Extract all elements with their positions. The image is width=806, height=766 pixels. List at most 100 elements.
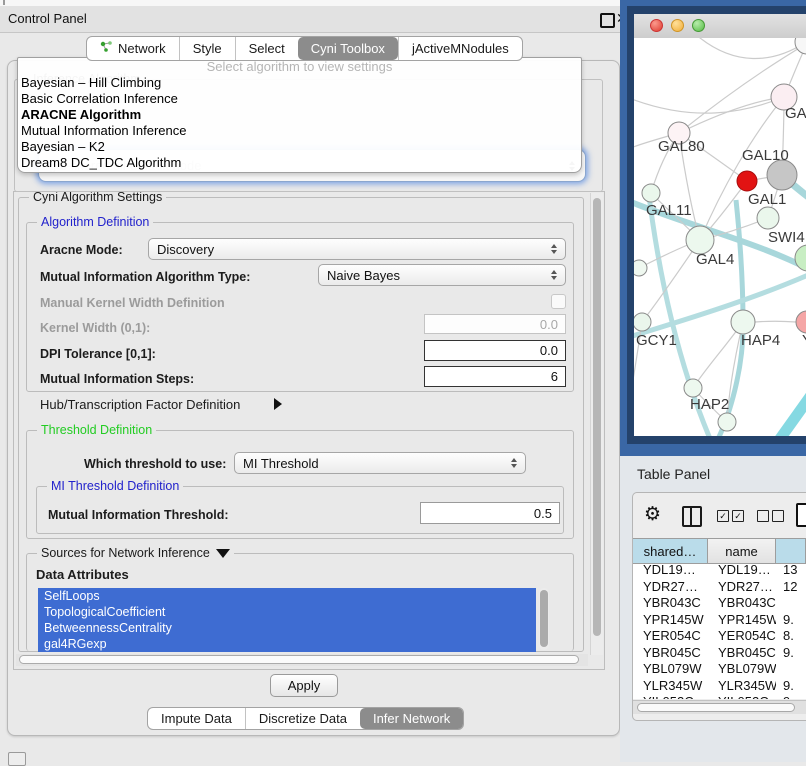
algorithm-option-dream8-dc-tdc-algorithm[interactable]: Dream8 DC_TDC Algorithm: [18, 155, 581, 171]
mi-threshold-field[interactable]: 0.5: [420, 502, 560, 524]
close-traffic-light-icon[interactable]: [650, 19, 663, 32]
network-node-hap2[interactable]: [684, 379, 702, 397]
hub-definition-toggle[interactable]: Hub/Transcription Factor Definition: [40, 397, 240, 412]
node-label-gal1: GAL1: [748, 191, 786, 208]
network-view-window: GALGAL80GAL10GAL11GAL1GAL4SWI4GCY1HAP4YH…: [627, 6, 806, 444]
algorithm-dropdown-popup: Select algorithm to view settings Bayesi…: [17, 57, 582, 173]
table-row[interactable]: YBR045CYBR045C9.: [633, 645, 806, 662]
table-row[interactable]: YPR145WYPR145W9.: [633, 612, 806, 629]
table-cell: YDR27…: [708, 579, 776, 596]
sources-group-title: Sources for Network Inference: [41, 546, 210, 560]
network-node-gal11[interactable]: [642, 184, 660, 202]
network-node-swi4[interactable]: [795, 245, 806, 271]
tab-style[interactable]: Style: [179, 37, 235, 60]
settings-horizontal-scrollbar[interactable]: [16, 654, 588, 666]
attribute-item-selfloops[interactable]: SelfLoops: [38, 588, 536, 604]
network-icon: [100, 41, 113, 56]
unchecked-pair-icon[interactable]: [757, 510, 784, 522]
tab-infer-network[interactable]: Infer Network: [360, 708, 463, 729]
algorithm-option-aracne-algorithm[interactable]: ARACNE Algorithm: [18, 107, 581, 123]
node-label-gal11: GAL11: [646, 202, 692, 219]
aracne-mode-label: Aracne Mode:: [40, 243, 123, 257]
expanded-arrow-icon[interactable]: [216, 549, 230, 558]
settings-vertical-scrollbar[interactable]: [590, 193, 603, 655]
algorithm-option-bayesian-hill-climbing[interactable]: Bayesian – Hill Climbing: [18, 75, 581, 91]
node-label-swi4: SWI4: [768, 229, 805, 246]
network-canvas[interactable]: GALGAL80GAL10GAL11GAL1GAL4SWI4GCY1HAP4YH…: [634, 38, 806, 436]
network-node[interactable]: [718, 413, 736, 431]
table-row[interactable]: YBL079WYBL079W: [633, 661, 806, 678]
tab-cyni-toolbox[interactable]: Cyni Toolbox: [298, 37, 398, 60]
table-horizontal-scrollbar[interactable]: [633, 700, 806, 714]
network-node-gal4[interactable]: [686, 226, 714, 254]
network-node[interactable]: [737, 171, 757, 191]
float-window-icon[interactable]: [600, 13, 615, 28]
sources-group-title-row[interactable]: Sources for Network Inference: [37, 546, 234, 560]
network-node-gal1[interactable]: [757, 207, 779, 229]
table-cell: YIL052C: [708, 694, 776, 699]
document-icon[interactable]: [796, 503, 806, 527]
apply-button[interactable]: Apply: [270, 674, 338, 697]
tab-jactivemnodules[interactable]: jActiveMNodules: [398, 37, 522, 60]
which-threshold-combobox[interactable]: MI Threshold: [234, 452, 526, 474]
kernel-width-field[interactable]: 0.0: [424, 314, 566, 334]
tab-infer-network-label: Infer Network: [373, 711, 450, 726]
columns-icon[interactable]: [682, 506, 702, 527]
algorithm-option-basic-correlation-inference[interactable]: Basic Correlation Inference: [18, 91, 581, 107]
table-row[interactable]: YIL052CYIL052C9: [633, 694, 806, 699]
algorithm-option-mutual-information-inference[interactable]: Mutual Information Inference: [18, 123, 581, 139]
tab-network-label: Network: [118, 41, 166, 56]
column-header-shared[interactable]: shared…: [633, 539, 708, 563]
attribute-item-gal4rgexp[interactable]: gal4RGexp: [38, 636, 536, 652]
column-header-name[interactable]: name: [708, 539, 776, 563]
mi-algorithm-type-label: Mutual Information Algorithm Type:: [40, 270, 250, 284]
gear-icon[interactable]: ⚙: [644, 504, 661, 526]
zoom-traffic-light-icon[interactable]: [692, 19, 705, 32]
node-label-y: Y: [802, 332, 806, 349]
table-row[interactable]: YDR27…YDR27…12: [633, 579, 806, 596]
attribute-item-topologicalcoefficient[interactable]: TopologicalCoefficient: [38, 604, 536, 620]
network-node[interactable]: [634, 260, 647, 276]
network-node-gal10[interactable]: [767, 160, 797, 190]
network-node-hap4[interactable]: [731, 310, 755, 334]
table-row[interactable]: YDL19…YDL19…13: [633, 562, 806, 579]
table-cell: [776, 661, 806, 678]
network-node-y[interactable]: [796, 311, 806, 333]
table-row[interactable]: YLR345WYLR345W9.: [633, 678, 806, 695]
manual-kernel-width-checkbox[interactable]: [551, 294, 566, 309]
collapsed-arrow-icon[interactable]: [274, 398, 282, 410]
table-cell: 9: [776, 694, 806, 699]
tab-discretize-data[interactable]: Discretize Data: [245, 708, 360, 729]
network-node-gcy1[interactable]: [634, 313, 651, 331]
attribute-item-betweennesscentrality[interactable]: BetweennessCentrality: [38, 620, 536, 636]
column-header-2[interactable]: [776, 539, 806, 563]
tab-cyni-toolbox-label: Cyni Toolbox: [311, 41, 385, 56]
table-cell: YPR145W: [708, 612, 776, 629]
mi-steps-field[interactable]: 6: [424, 366, 566, 387]
tab-select-label: Select: [249, 41, 285, 56]
checked-pair-icon[interactable]: ✓✓: [717, 510, 744, 522]
data-attributes-label: Data Attributes: [36, 567, 129, 582]
aracne-mode-combobox[interactable]: Discovery: [148, 238, 566, 260]
table-row[interactable]: YBR043CYBR043C: [633, 595, 806, 612]
attributes-list-scrollbar[interactable]: [539, 588, 549, 650]
dpi-tolerance-field[interactable]: 0.0: [424, 340, 566, 361]
threshold-definition-title: Threshold Definition: [37, 423, 156, 437]
network-window-titlebar[interactable]: [634, 14, 806, 39]
node-label-gal4: GAL4: [696, 251, 734, 268]
control-panel-titlebar: Control Panel ✕: [0, 6, 620, 33]
table-row[interactable]: YER054CYER054C8.: [633, 628, 806, 645]
manual-kernel-width-label: Manual Kernel Width Definition: [40, 296, 225, 310]
tab-impute-data-label: Impute Data: [161, 711, 232, 726]
table-cell: YLR345W: [708, 678, 776, 695]
tab-network[interactable]: Network: [87, 37, 179, 60]
table-cell: YBR043C: [708, 595, 776, 612]
tab-select[interactable]: Select: [235, 37, 298, 60]
data-attributes-list[interactable]: SelfLoopsTopologicalCoefficientBetweenne…: [38, 588, 536, 652]
mi-algorithm-type-combobox[interactable]: Naive Bayes: [318, 264, 566, 286]
algorithm-option-bayesian-k2[interactable]: Bayesian – K2: [18, 139, 581, 155]
which-threshold-label: Which threshold to use:: [84, 457, 226, 471]
network-node[interactable]: [795, 38, 806, 54]
minimize-traffic-light-icon[interactable]: [671, 19, 684, 32]
tab-impute-data[interactable]: Impute Data: [148, 708, 245, 729]
